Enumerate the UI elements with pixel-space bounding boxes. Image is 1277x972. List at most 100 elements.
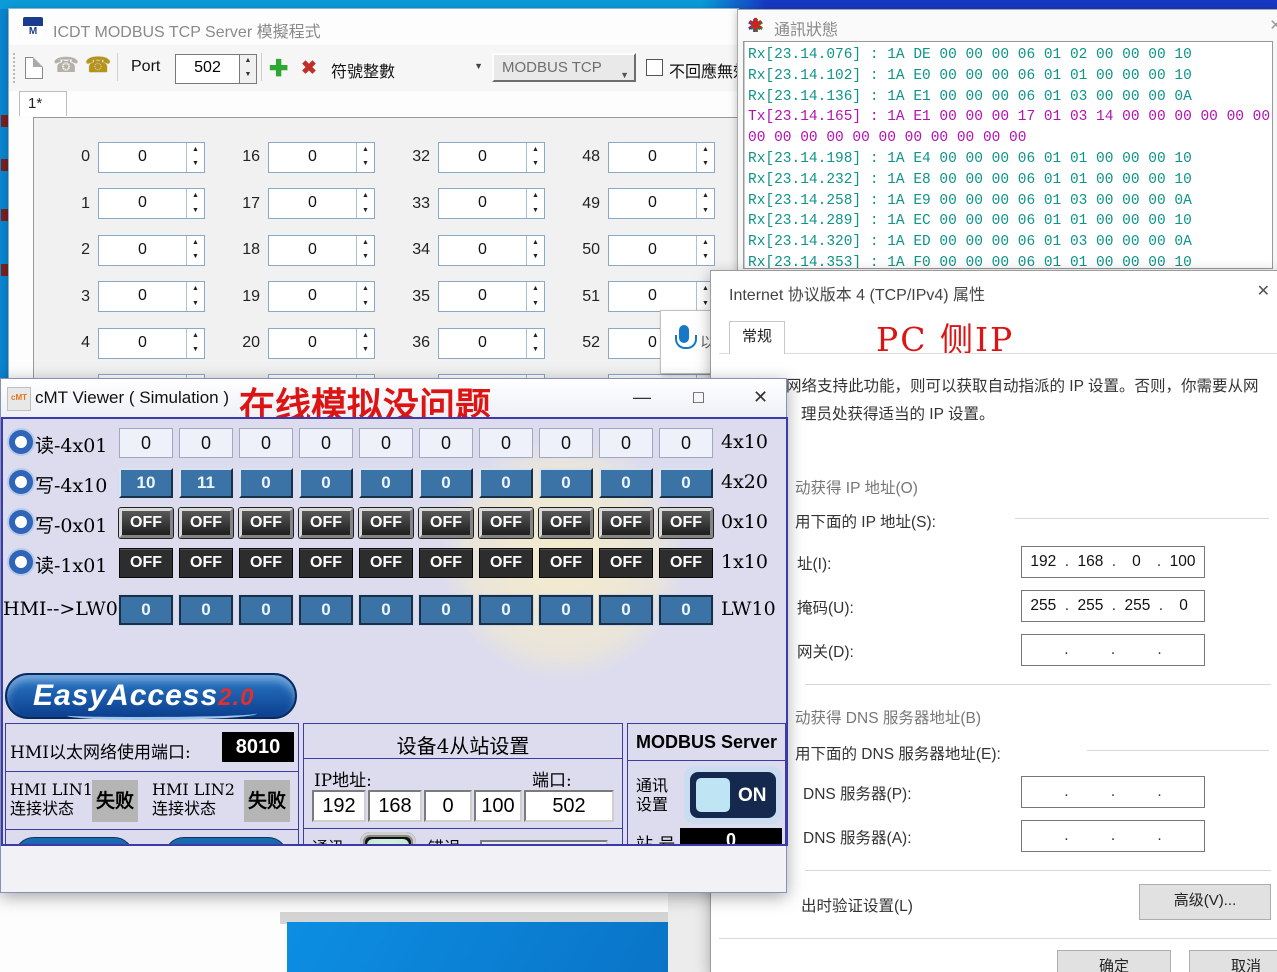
device-ip-octet[interactable]: 0: [424, 790, 472, 822]
spin-up-icon[interactable]: ▲: [527, 329, 544, 344]
spin-up-icon[interactable]: ▲: [187, 282, 204, 297]
off-button[interactable]: OFF: [359, 508, 413, 538]
register-spinner[interactable]: 0▲▼: [268, 235, 375, 266]
new-document-icon[interactable]: [25, 57, 43, 79]
spinner-arrows[interactable]: ▲▼: [696, 143, 714, 172]
value-cell[interactable]: 0: [239, 468, 293, 498]
spin-down-icon[interactable]: ▼: [527, 250, 544, 265]
device-ip-octet[interactable]: 192: [312, 790, 366, 822]
register-value[interactable]: 0: [439, 143, 526, 172]
ip-address-field[interactable]: 192.168.0.100: [1021, 546, 1205, 578]
register-value[interactable]: 0: [439, 236, 526, 265]
register-value[interactable]: 0: [99, 236, 186, 265]
spin-up-icon[interactable]: ▲: [527, 236, 544, 251]
chevron-down-icon[interactable]: ▼: [620, 63, 629, 88]
register-value[interactable]: 0: [269, 236, 356, 265]
spin-up-icon[interactable]: ▲: [187, 189, 204, 204]
spinner-arrows[interactable]: ▲▼: [526, 143, 544, 172]
spin-up-icon[interactable]: ▲: [527, 143, 544, 158]
spin-down-icon[interactable]: ▼: [187, 343, 204, 358]
spin-up-icon[interactable]: ▲: [187, 143, 204, 158]
spin-up-icon[interactable]: ▲: [697, 189, 714, 204]
add-icon[interactable]: ✚: [269, 55, 288, 82]
register-spinner[interactable]: 0▲▼: [98, 235, 205, 266]
off-button[interactable]: OFF: [299, 508, 353, 538]
spin-down-icon[interactable]: ▼: [240, 69, 256, 83]
off-button[interactable]: OFF: [179, 508, 233, 538]
off-button[interactable]: OFF: [659, 508, 713, 538]
value-cell[interactable]: 0: [599, 468, 653, 498]
spin-down-icon[interactable]: ▼: [187, 250, 204, 265]
register-value[interactable]: 0: [269, 189, 356, 218]
value-cell[interactable]: 0: [359, 468, 413, 498]
off-button[interactable]: OFF: [479, 508, 533, 538]
device-port-value[interactable]: 502: [524, 790, 614, 822]
off-button[interactable]: OFF: [539, 508, 593, 538]
maximize-icon[interactable]: □: [693, 387, 704, 408]
octet-value[interactable]: 255: [1030, 597, 1056, 615]
spin-down-icon[interactable]: ▼: [527, 204, 544, 219]
microphone-icon[interactable]: [679, 325, 689, 343]
register-spinner[interactable]: 0▲▼: [608, 281, 715, 312]
register-spinner[interactable]: 0▲▼: [608, 235, 715, 266]
spin-up-icon[interactable]: ▲: [187, 236, 204, 251]
spinner-arrows[interactable]: ▲▼: [186, 282, 204, 311]
spin-up-icon[interactable]: ▲: [357, 143, 374, 158]
register-value[interactable]: 0: [609, 189, 696, 218]
close-icon[interactable]: ✕: [753, 387, 768, 408]
auto-dns-label[interactable]: 动获得 DNS 服务器地址(B): [795, 706, 981, 728]
value-cell[interactable]: 0: [419, 468, 473, 498]
lin1-settings-button[interactable]: LIN1 设置: [14, 837, 134, 846]
off-button[interactable]: OFF: [119, 508, 173, 538]
spinner-arrows[interactable]: ▲▼: [356, 143, 374, 172]
spinner-arrows[interactable]: ▲▼: [696, 236, 714, 265]
spinner-arrows[interactable]: ▲▼: [186, 236, 204, 265]
off-button[interactable]: OFF: [599, 508, 653, 538]
octet-value[interactable]: 255: [1077, 597, 1103, 615]
modbus-titlebar[interactable]: ICDT MODBUS TCP Server 模擬程式: [9, 9, 738, 45]
register-value[interactable]: 0: [99, 282, 186, 311]
spinner-arrows[interactable]: ▲▼: [356, 282, 374, 311]
register-spinner[interactable]: 0▲▼: [608, 188, 715, 219]
spin-down-icon[interactable]: ▼: [527, 297, 544, 312]
spin-up-icon[interactable]: ▲: [527, 282, 544, 297]
register-spinner[interactable]: 0▲▼: [438, 142, 545, 173]
register-value[interactable]: 0: [269, 329, 356, 358]
spinner-arrows[interactable]: ▲▼: [186, 329, 204, 358]
device-ip-octet[interactable]: 168: [368, 790, 422, 822]
spin-down-icon[interactable]: ▼: [357, 343, 374, 358]
toolbar-grip[interactable]: [13, 53, 15, 83]
octet-value[interactable]: 255: [1124, 597, 1150, 615]
ok-button[interactable]: 确定: [1057, 950, 1171, 972]
no-reply-checkbox[interactable]: [646, 59, 663, 76]
phone-disconnected-icon[interactable]: ☎: [53, 53, 79, 78]
octet-value[interactable]: 0: [1172, 597, 1196, 615]
lin2-settings-button[interactable]: LIN2 设置: [164, 837, 288, 846]
modbus-on-toggle[interactable]: ON: [690, 772, 776, 818]
spinner-arrows[interactable]: ▲▼: [696, 189, 714, 218]
register-value[interactable]: 0: [439, 189, 526, 218]
port-value[interactable]: 502: [176, 55, 239, 83]
octet-value[interactable]: 100: [1170, 553, 1196, 571]
use-ip-label[interactable]: 用下面的 IP 地址(S):: [795, 510, 936, 532]
spin-up-icon[interactable]: ▲: [357, 282, 374, 297]
register-value[interactable]: 0: [609, 282, 696, 311]
advanced-button[interactable]: 高级(V)...: [1139, 884, 1271, 920]
spin-down-icon[interactable]: ▼: [357, 157, 374, 172]
octet-value[interactable]: 192: [1030, 553, 1056, 571]
register-value[interactable]: 0: [609, 143, 696, 172]
spin-up-icon[interactable]: ▲: [697, 143, 714, 158]
register-spinner[interactable]: 0▲▼: [98, 142, 205, 173]
value-cell[interactable]: 11: [179, 468, 233, 498]
delete-icon[interactable]: ✖: [301, 57, 317, 80]
spinner-arrows[interactable]: ▲▼: [356, 236, 374, 265]
spin-down-icon[interactable]: ▼: [527, 157, 544, 172]
spinner-arrows[interactable]: ▲▼: [526, 189, 544, 218]
toggle-knob[interactable]: [696, 778, 730, 812]
format-select[interactable]: 符號整數 ▼: [331, 58, 483, 82]
spinner-arrows[interactable]: ▲▼: [356, 329, 374, 358]
spinner-arrows[interactable]: ▲▼: [526, 329, 544, 358]
spin-down-icon[interactable]: ▼: [357, 250, 374, 265]
register-spinner[interactable]: 0▲▼: [438, 188, 545, 219]
value-cell[interactable]: 10: [119, 468, 173, 498]
